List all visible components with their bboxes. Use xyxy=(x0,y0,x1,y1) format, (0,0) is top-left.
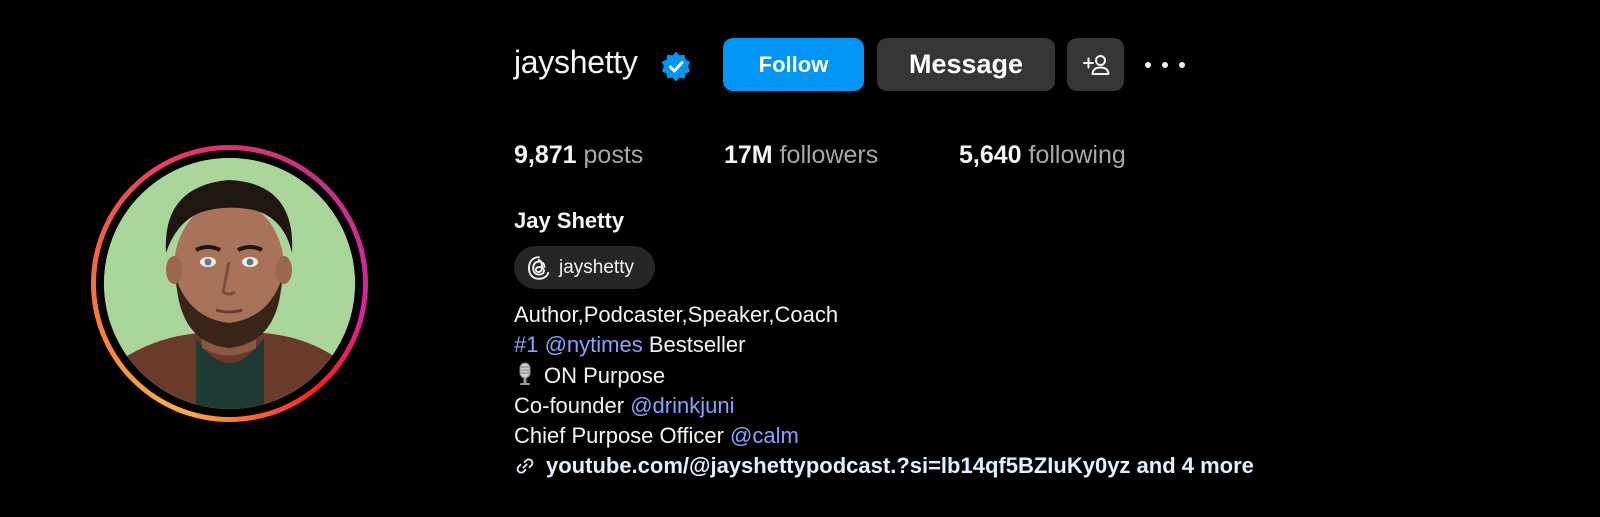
avatar-photo xyxy=(104,158,355,409)
more-dot xyxy=(1145,62,1151,68)
profile-full-name: Jay Shetty xyxy=(514,208,625,233)
calm-mention-link[interactable]: @calm xyxy=(730,423,799,448)
avatar-portrait-image xyxy=(104,158,355,409)
message-button[interactable]: Message xyxy=(877,38,1055,91)
bio-line-bestseller: #1 @nytimes Bestseller xyxy=(514,332,745,358)
profile-username: jayshetty xyxy=(514,44,638,80)
more-dot xyxy=(1162,62,1168,68)
following-count-value: 5,640 xyxy=(959,141,1022,169)
profile-avatar[interactable] xyxy=(91,145,368,422)
cofounder-text: Co-founder xyxy=(514,393,631,418)
add-person-icon xyxy=(1082,54,1109,75)
posts-count: 9,871 posts xyxy=(514,141,643,170)
website-url: youtube.com/@jayshettypodcast.?si=lb14qf… xyxy=(546,453,1254,478)
verified-badge-icon xyxy=(661,51,691,82)
more-dot xyxy=(1179,62,1185,68)
threads-profile-link[interactable]: jayshetty xyxy=(514,246,655,289)
podcast-name: ON Purpose xyxy=(544,363,666,388)
microphone-icon xyxy=(519,362,531,385)
cpo-text: Chief Purpose Officer xyxy=(514,423,731,448)
followers-link[interactable]: 17M followers xyxy=(724,141,878,170)
threads-handle: jayshetty xyxy=(559,256,634,278)
suggested-accounts-button[interactable] xyxy=(1067,38,1124,91)
nytimes-mention-link[interactable]: #1 @nytimes xyxy=(514,332,643,357)
bio-line-roles: Author,Podcaster,Speaker,Coach xyxy=(514,302,839,327)
more-options-icon[interactable] xyxy=(1145,52,1185,78)
website-link[interactable]: youtube.com/@jayshettypodcast.?si=lb14qf… xyxy=(514,452,1254,480)
drinkjuni-mention-link[interactable]: @drinkjuni xyxy=(630,393,734,418)
bio-line-podcast: ON Purpose xyxy=(514,362,665,389)
followers-count-label: followers xyxy=(779,141,879,169)
posts-count-label: posts xyxy=(583,141,644,169)
posts-count-value: 9,871 xyxy=(514,141,577,169)
follow-button[interactable]: Follow xyxy=(723,38,864,91)
followers-count-value: 17M xyxy=(724,141,773,169)
link-icon xyxy=(516,458,534,474)
threads-icon xyxy=(528,255,550,280)
following-link[interactable]: 5,640 following xyxy=(959,141,1126,170)
bio-line-cpo: Chief Purpose Officer @calm xyxy=(514,423,799,449)
following-count-label: following xyxy=(1028,141,1126,169)
bestseller-text: Bestseller xyxy=(642,332,746,357)
bio-line-cofounder: Co-founder @drinkjuni xyxy=(514,393,734,419)
